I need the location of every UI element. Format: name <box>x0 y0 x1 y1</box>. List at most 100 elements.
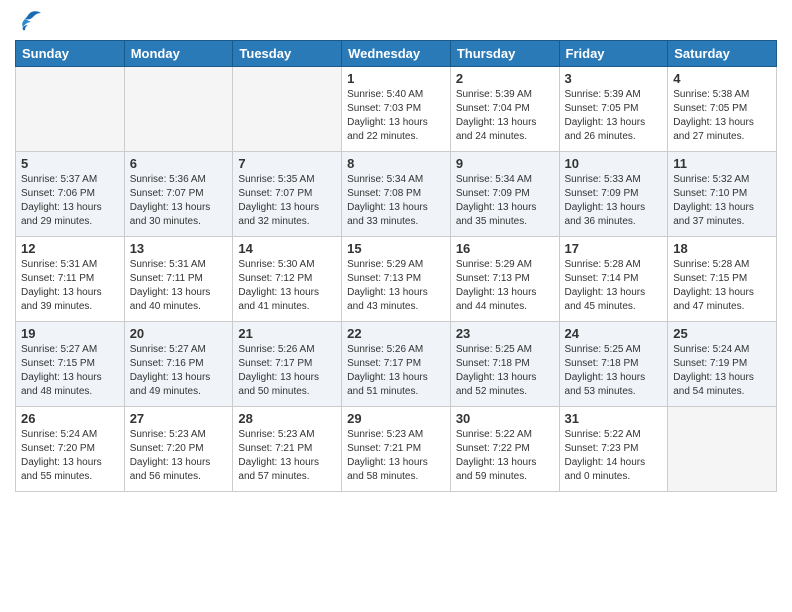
day-number: 27 <box>130 411 228 426</box>
day-number: 30 <box>456 411 554 426</box>
day-info: Sunrise: 5:23 AMSunset: 7:21 PMDaylight:… <box>347 428 445 484</box>
day-number: 2 <box>456 71 554 86</box>
calendar-cell: 14 Sunrise: 5:30 AMSunset: 7:12 PMDayligh… <box>233 237 342 322</box>
weekday-header: Wednesday <box>342 41 451 67</box>
day-number: 13 <box>130 241 228 256</box>
calendar-cell: 27 Sunrise: 5:23 AMSunset: 7:20 PMDayligh… <box>124 407 233 492</box>
page: SundayMondayTuesdayWednesdayThursdayFrid… <box>0 0 792 507</box>
day-number: 28 <box>238 411 336 426</box>
day-number: 19 <box>21 326 119 341</box>
day-number: 12 <box>21 241 119 256</box>
weekday-header: Sunday <box>16 41 125 67</box>
day-info: Sunrise: 5:32 AMSunset: 7:10 PMDaylight:… <box>673 173 771 229</box>
day-number: 14 <box>238 241 336 256</box>
calendar-cell: 6 Sunrise: 5:36 AMSunset: 7:07 PMDaylight… <box>124 152 233 237</box>
calendar-cell: 18Sunrise: 5:28 AMSunset: 7:15 PMDayligh… <box>668 237 777 322</box>
day-info: Sunrise: 5:28 AMSunset: 7:14 PMDaylight:… <box>565 258 663 314</box>
day-number: 26 <box>21 411 119 426</box>
calendar-cell: 5Sunrise: 5:37 AMSunset: 7:06 PMDaylight… <box>16 152 125 237</box>
day-info: Sunrise: 5:29 AMSunset: 7:13 PMDaylight:… <box>347 258 445 314</box>
calendar-cell: 30 Sunrise: 5:22 AMSunset: 7:22 PMDayligh… <box>450 407 559 492</box>
day-number: 3 <box>565 71 663 86</box>
calendar-cell: 26Sunrise: 5:24 AMSunset: 7:20 PMDayligh… <box>16 407 125 492</box>
day-number: 9 <box>456 156 554 171</box>
day-info: Sunrise: 5:40 AMSunset: 7:03 PMDaylight:… <box>347 88 445 144</box>
calendar-cell: 10 Sunrise: 5:33 AMSunset: 7:09 PMDayligh… <box>559 152 668 237</box>
calendar-cell <box>233 67 342 152</box>
day-info: Sunrise: 5:26 AMSunset: 7:17 PMDaylight:… <box>238 343 336 399</box>
day-number: 1 <box>347 71 445 86</box>
day-number: 24 <box>565 326 663 341</box>
calendar-cell: 19 Sunrise: 5:27 AMSunset: 7:15 PMDayligh… <box>16 322 125 407</box>
day-info: Sunrise: 5:36 AMSunset: 7:07 PMDaylight:… <box>130 173 228 229</box>
calendar-week-row: 12 Sunrise: 5:31 AMSunset: 7:11 PMDayligh… <box>16 237 777 322</box>
calendar-cell: 13 Sunrise: 5:31 AMSunset: 7:11 PMDayligh… <box>124 237 233 322</box>
day-info: Sunrise: 5:39 AMSunset: 7:04 PMDaylight:… <box>456 88 554 144</box>
day-info: Sunrise: 5:35 AMSunset: 7:07 PMDaylight:… <box>238 173 336 229</box>
calendar-cell <box>16 67 125 152</box>
calendar-week-row: 19 Sunrise: 5:27 AMSunset: 7:15 PMDayligh… <box>16 322 777 407</box>
calendar-week-row: 1 Sunrise: 5:40 AMSunset: 7:03 PMDaylight… <box>16 67 777 152</box>
day-info: Sunrise: 5:25 AMSunset: 7:18 PMDaylight:… <box>565 343 663 399</box>
day-number: 23 <box>456 326 554 341</box>
calendar-cell: 11 Sunrise: 5:32 AMSunset: 7:10 PMDayligh… <box>668 152 777 237</box>
day-info: Sunrise: 5:28 AMSunset: 7:15 PMDaylight:… <box>673 258 771 314</box>
day-info: Sunrise: 5:29 AMSunset: 7:13 PMDaylight:… <box>456 258 554 314</box>
day-number: 16 <box>456 241 554 256</box>
logo <box>15 10 47 32</box>
day-number: 17 <box>565 241 663 256</box>
day-number: 8 <box>347 156 445 171</box>
day-info: Sunrise: 5:30 AMSunset: 7:12 PMDaylight:… <box>238 258 336 314</box>
day-number: 10 <box>565 156 663 171</box>
weekday-header: Friday <box>559 41 668 67</box>
day-number: 7 <box>238 156 336 171</box>
calendar-cell: 25Sunrise: 5:24 AMSunset: 7:19 PMDayligh… <box>668 322 777 407</box>
calendar-table: SundayMondayTuesdayWednesdayThursdayFrid… <box>15 40 777 492</box>
calendar-cell <box>124 67 233 152</box>
day-info: Sunrise: 5:33 AMSunset: 7:09 PMDaylight:… <box>565 173 663 229</box>
day-info: Sunrise: 5:26 AMSunset: 7:17 PMDaylight:… <box>347 343 445 399</box>
day-number: 5 <box>21 156 119 171</box>
weekday-header: Monday <box>124 41 233 67</box>
day-info: Sunrise: 5:27 AMSunset: 7:15 PMDaylight:… <box>21 343 119 399</box>
day-number: 29 <box>347 411 445 426</box>
weekday-header: Tuesday <box>233 41 342 67</box>
calendar-cell: 12Sunrise: 5:31 AMSunset: 7:11 PMDayligh… <box>16 237 125 322</box>
calendar-week-row: 26Sunrise: 5:24 AMSunset: 7:20 PMDayligh… <box>16 407 777 492</box>
calendar-cell: 17 Sunrise: 5:28 AMSunset: 7:14 PMDayligh… <box>559 237 668 322</box>
calendar-cell: 3 Sunrise: 5:39 AMSunset: 7:05 PMDaylight… <box>559 67 668 152</box>
day-info: Sunrise: 5:25 AMSunset: 7:18 PMDaylight:… <box>456 343 554 399</box>
calendar-cell: 7 Sunrise: 5:35 AMSunset: 7:07 PMDaylight… <box>233 152 342 237</box>
day-info: Sunrise: 5:23 AMSunset: 7:21 PMDaylight:… <box>238 428 336 484</box>
calendar-cell: 22 Sunrise: 5:26 AMSunset: 7:17 PMDayligh… <box>342 322 451 407</box>
header <box>15 10 777 32</box>
day-number: 31 <box>565 411 663 426</box>
calendar-cell: 23 Sunrise: 5:25 AMSunset: 7:18 PMDayligh… <box>450 322 559 407</box>
calendar-cell: 21Sunrise: 5:26 AMSunset: 7:17 PMDayligh… <box>233 322 342 407</box>
calendar-cell: 24 Sunrise: 5:25 AMSunset: 7:18 PMDayligh… <box>559 322 668 407</box>
day-number: 11 <box>673 156 771 171</box>
calendar-cell: 8Sunrise: 5:34 AMSunset: 7:08 PMDaylight… <box>342 152 451 237</box>
weekday-header: Saturday <box>668 41 777 67</box>
calendar-cell <box>668 407 777 492</box>
day-number: 4 <box>673 71 771 86</box>
calendar-header-row: SundayMondayTuesdayWednesdayThursdayFrid… <box>16 41 777 67</box>
calendar-cell: 28 Sunrise: 5:23 AMSunset: 7:21 PMDayligh… <box>233 407 342 492</box>
day-info: Sunrise: 5:22 AMSunset: 7:22 PMDaylight:… <box>456 428 554 484</box>
logo-icon <box>15 10 43 32</box>
day-number: 6 <box>130 156 228 171</box>
day-info: Sunrise: 5:39 AMSunset: 7:05 PMDaylight:… <box>565 88 663 144</box>
day-info: Sunrise: 5:24 AMSunset: 7:19 PMDaylight:… <box>673 343 771 399</box>
calendar-cell: 16 Sunrise: 5:29 AMSunset: 7:13 PMDayligh… <box>450 237 559 322</box>
day-info: Sunrise: 5:38 AMSunset: 7:05 PMDaylight:… <box>673 88 771 144</box>
day-info: Sunrise: 5:31 AMSunset: 7:11 PMDaylight:… <box>130 258 228 314</box>
calendar-cell: 9 Sunrise: 5:34 AMSunset: 7:09 PMDaylight… <box>450 152 559 237</box>
calendar-cell: 1 Sunrise: 5:40 AMSunset: 7:03 PMDaylight… <box>342 67 451 152</box>
day-info: Sunrise: 5:34 AMSunset: 7:09 PMDaylight:… <box>456 173 554 229</box>
day-info: Sunrise: 5:22 AMSunset: 7:23 PMDaylight:… <box>565 428 663 484</box>
day-info: Sunrise: 5:23 AMSunset: 7:20 PMDaylight:… <box>130 428 228 484</box>
day-number: 22 <box>347 326 445 341</box>
day-number: 20 <box>130 326 228 341</box>
calendar-cell: 15Sunrise: 5:29 AMSunset: 7:13 PMDayligh… <box>342 237 451 322</box>
calendar-cell: 31 Sunrise: 5:22 AMSunset: 7:23 PMDayligh… <box>559 407 668 492</box>
